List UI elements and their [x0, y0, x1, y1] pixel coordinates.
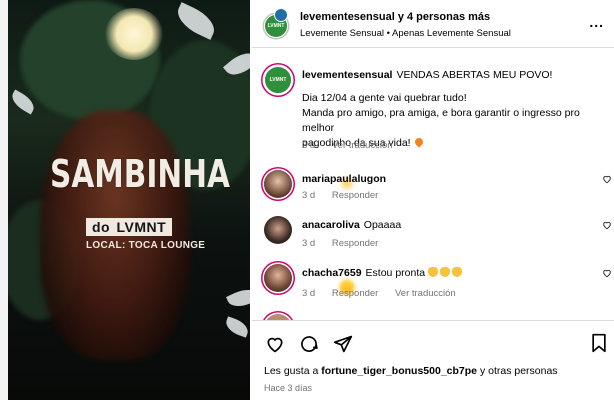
comments-panel: LVMNT levementesensual y 4 personas más …: [252, 0, 614, 400]
comment-avatar[interactable]: [264, 264, 292, 292]
comment-avatar[interactable]: [264, 216, 292, 244]
comment-time: 3 d: [302, 238, 316, 249]
comment-meta: 3 d Responder: [302, 190, 392, 201]
heart-icon[interactable]: [602, 268, 612, 278]
post-header: LVMNT levementesensual y 4 personas más …: [252, 0, 614, 48]
comment-text: chacha7659 Estou pronta: [302, 266, 592, 386]
reply-button[interactable]: Responder: [332, 190, 378, 201]
event-title: SAMBINHA: [50, 152, 230, 196]
more-options-icon[interactable]: ...: [589, 14, 604, 30]
comment-body: Estou pronta: [365, 267, 426, 279]
caption-meta: 3 d Ver traducción: [302, 140, 407, 151]
caption-line: VENDAS ABERTAS MEU POVO!: [396, 69, 553, 81]
clap-emoji: [428, 267, 439, 277]
caption-time: 3 d: [302, 140, 316, 151]
reply-button[interactable]: Responder: [332, 238, 378, 249]
caption-text: levementesensual VENDAS ABERTAS MEU POVO!…: [302, 68, 592, 188]
reply-button[interactable]: Responder: [332, 288, 378, 299]
orange-heart-emoji: [412, 136, 425, 148]
comment-body: Opaaaa: [363, 219, 402, 231]
lamp-light: [105, 8, 163, 60]
bookmark-icon[interactable]: [590, 333, 612, 355]
event-subtitle-do: do: [92, 219, 111, 235]
caption-avatar[interactable]: LVMNT: [264, 66, 292, 94]
comment-text: mariapaulalugon: [302, 172, 592, 292]
caption-username[interactable]: levementesensual: [302, 69, 392, 81]
clap-emoji: [440, 267, 451, 277]
event-location: LOCAL: TOCA LOUNGE: [86, 240, 206, 251]
caption-avatar-text: LVMNT: [269, 77, 287, 83]
heart-icon[interactable]: [264, 333, 286, 355]
comment-username[interactable]: mariapaulalugon: [302, 173, 386, 185]
translate-link[interactable]: Ver traducción: [332, 140, 393, 151]
likes-suffix[interactable]: y otras personas: [480, 365, 558, 377]
event-subtitle-brand: LVMNT: [116, 219, 167, 235]
clap-emoji: [452, 267, 463, 277]
collaborator-avatar[interactable]: [274, 8, 288, 22]
likes-prefix: Les gusta a: [264, 365, 319, 377]
comment-time: 3 d: [302, 190, 316, 201]
leaf-decoration: [172, 2, 220, 40]
comment-username[interactable]: chacha7659: [302, 267, 362, 279]
author-avatar-text: LVMNT: [267, 23, 285, 29]
comment-username[interactable]: anacaroliva: [302, 219, 360, 231]
post-media[interactable]: SAMBINHA do LVMNT LOCAL: TOCA LOUNGE: [0, 0, 250, 400]
post-date: Hace 3 días: [264, 383, 313, 393]
comment-text: anacaroliva Opaaaa: [302, 218, 592, 338]
heart-icon[interactable]: [602, 174, 612, 184]
caption-line: Dia 12/04 a gente vai quebrar tudo!: [302, 92, 467, 104]
translate-link[interactable]: Ver traducción: [395, 288, 456, 299]
leaf-decoration: [223, 316, 250, 338]
likes-user[interactable]: fortune_tiger_bonus500_cb7pe: [321, 365, 477, 377]
comment-avatar[interactable]: [264, 170, 292, 198]
comment-meta: 3 d Responder: [302, 238, 392, 249]
comment-icon[interactable]: [298, 333, 320, 355]
comment-time: 3 d: [302, 288, 316, 299]
action-bar: [264, 333, 354, 355]
post-audio[interactable]: Levemente Sensual • Apenas Levemente Sen…: [300, 28, 511, 39]
likes-summary: Les gusta a fortune_tiger_bonus500_cb7pe…: [264, 365, 558, 377]
leaf-decoration: [226, 284, 250, 312]
post-footer: Les gusta a fortune_tiger_bonus500_cb7pe…: [252, 320, 614, 400]
heart-icon[interactable]: [602, 220, 612, 230]
event-subtitle: do LVMNT: [86, 218, 173, 236]
caption-line: Manda pro amigo, pra amiga, e bora garan…: [302, 107, 580, 134]
post-author[interactable]: levementesensual y 4 personas más: [300, 11, 490, 23]
comment-meta: 3 d Responder Ver traducción: [302, 288, 470, 299]
media-edge: [0, 0, 8, 400]
share-icon[interactable]: [332, 333, 354, 355]
